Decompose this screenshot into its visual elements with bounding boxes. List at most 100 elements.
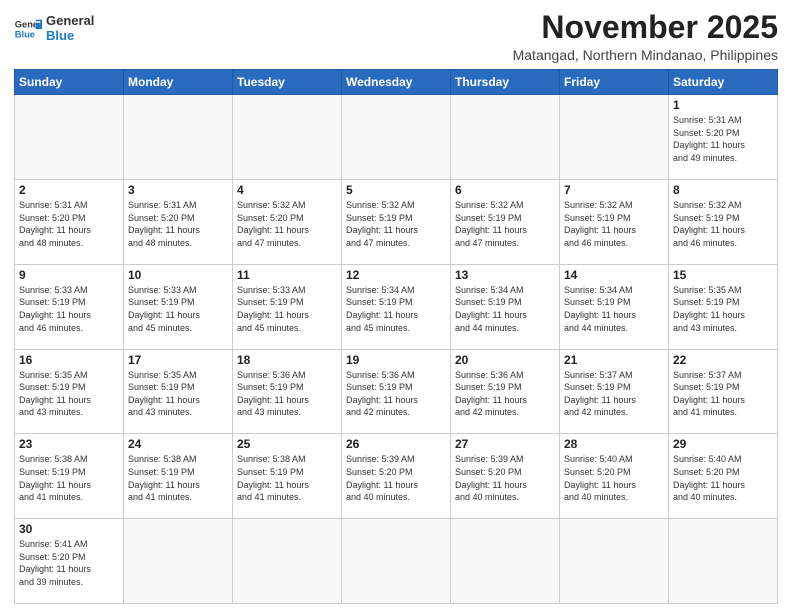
day-info: Sunrise: 5:32 AM Sunset: 5:19 PM Dayligh…: [346, 199, 446, 249]
day-info: Sunrise: 5:40 AM Sunset: 5:20 PM Dayligh…: [673, 453, 773, 503]
calendar-day-cell: [560, 95, 669, 180]
calendar-day-cell: [233, 95, 342, 180]
day-info: Sunrise: 5:34 AM Sunset: 5:19 PM Dayligh…: [455, 284, 555, 334]
day-info: Sunrise: 5:35 AM Sunset: 5:19 PM Dayligh…: [19, 369, 119, 419]
day-number: 13: [455, 268, 555, 282]
calendar-day-cell: 29 Sunrise: 5:40 AM Sunset: 5:20 PM Dayli…: [669, 434, 778, 519]
weekday-header-tuesday: Tuesday: [233, 70, 342, 95]
day-info: Sunrise: 5:36 AM Sunset: 5:19 PM Dayligh…: [455, 369, 555, 419]
day-number: 28: [564, 437, 664, 451]
day-number: 18: [237, 353, 337, 367]
calendar-week-row: 16Sunrise: 5:35 AM Sunset: 5:19 PM Dayli…: [15, 349, 778, 434]
calendar-day-cell: 25Sunrise: 5:38 AM Sunset: 5:19 PM Dayli…: [233, 434, 342, 519]
calendar-day-cell: 26 Sunrise: 5:39 AM Sunset: 5:20 PM Dayli…: [342, 434, 451, 519]
day-info: Sunrise: 5:31 AM Sunset: 5:20 PM Dayligh…: [673, 114, 773, 164]
calendar-week-row: 2 Sunrise: 5:31 AM Sunset: 5:20 PM Daylig…: [15, 179, 778, 264]
day-number: 12: [346, 268, 446, 282]
calendar-day-cell: [451, 95, 560, 180]
title-area: November 2025 Matangad, Northern Mindana…: [513, 10, 778, 63]
calendar-day-cell: 5 Sunrise: 5:32 AM Sunset: 5:19 PM Daylig…: [342, 179, 451, 264]
day-info: Sunrise: 5:34 AM Sunset: 5:19 PM Dayligh…: [346, 284, 446, 334]
calendar-day-cell: 17Sunrise: 5:35 AM Sunset: 5:19 PM Dayli…: [124, 349, 233, 434]
calendar-day-cell: [560, 519, 669, 604]
calendar-day-cell: 16Sunrise: 5:35 AM Sunset: 5:19 PM Dayli…: [15, 349, 124, 434]
day-info: Sunrise: 5:37 AM Sunset: 5:19 PM Dayligh…: [673, 369, 773, 419]
calendar-day-cell: [451, 519, 560, 604]
weekday-header-monday: Monday: [124, 70, 233, 95]
logo-area: General Blue General Blue: [14, 10, 94, 44]
day-number: 24: [128, 437, 228, 451]
calendar-day-cell: [342, 519, 451, 604]
calendar-day-cell: 22Sunrise: 5:37 AM Sunset: 5:19 PM Dayli…: [669, 349, 778, 434]
calendar-day-cell: [233, 519, 342, 604]
calendar-week-row: 9 Sunrise: 5:33 AM Sunset: 5:19 PM Daylig…: [15, 264, 778, 349]
day-info: Sunrise: 5:32 AM Sunset: 5:20 PM Dayligh…: [237, 199, 337, 249]
day-info: Sunrise: 5:32 AM Sunset: 5:19 PM Dayligh…: [673, 199, 773, 249]
day-info: Sunrise: 5:36 AM Sunset: 5:19 PM Dayligh…: [346, 369, 446, 419]
calendar-day-cell: 24 Sunrise: 5:38 AM Sunset: 5:19 PM Dayli…: [124, 434, 233, 519]
calendar-day-cell: 6 Sunrise: 5:32 AM Sunset: 5:19 PM Daylig…: [451, 179, 560, 264]
day-number: 17: [128, 353, 228, 367]
calendar-day-cell: 15Sunrise: 5:35 AM Sunset: 5:19 PM Dayli…: [669, 264, 778, 349]
weekday-header-row: SundayMondayTuesdayWednesdayThursdayFrid…: [15, 70, 778, 95]
calendar-table: SundayMondayTuesdayWednesdayThursdayFrid…: [14, 69, 778, 604]
calendar-day-cell: 12 Sunrise: 5:34 AM Sunset: 5:19 PM Dayli…: [342, 264, 451, 349]
day-number: 11: [237, 268, 337, 282]
day-number: 9: [19, 268, 119, 282]
day-number: 8: [673, 183, 773, 197]
calendar-week-row: 30Sunrise: 5:41 AM Sunset: 5:20 PM Dayli…: [15, 519, 778, 604]
calendar-day-cell: [342, 95, 451, 180]
weekday-header-friday: Friday: [560, 70, 669, 95]
day-number: 6: [455, 183, 555, 197]
day-number: 10: [128, 268, 228, 282]
day-info: Sunrise: 5:38 AM Sunset: 5:19 PM Dayligh…: [128, 453, 228, 503]
day-number: 5: [346, 183, 446, 197]
logo-general-text: General: [46, 14, 94, 29]
calendar-day-cell: 7Sunrise: 5:32 AM Sunset: 5:19 PM Daylig…: [560, 179, 669, 264]
day-number: 26: [346, 437, 446, 451]
weekday-header-sunday: Sunday: [15, 70, 124, 95]
weekday-header-saturday: Saturday: [669, 70, 778, 95]
day-info: Sunrise: 5:33 AM Sunset: 5:19 PM Dayligh…: [237, 284, 337, 334]
day-number: 21: [564, 353, 664, 367]
day-info: Sunrise: 5:31 AM Sunset: 5:20 PM Dayligh…: [128, 199, 228, 249]
calendar-day-cell: 2 Sunrise: 5:31 AM Sunset: 5:20 PM Daylig…: [15, 179, 124, 264]
day-info: Sunrise: 5:35 AM Sunset: 5:19 PM Dayligh…: [673, 284, 773, 334]
calendar-day-cell: 11 Sunrise: 5:33 AM Sunset: 5:19 PM Dayli…: [233, 264, 342, 349]
logo-blue-text: Blue: [46, 29, 94, 44]
calendar-day-cell: [15, 95, 124, 180]
calendar-day-cell: 19Sunrise: 5:36 AM Sunset: 5:19 PM Dayli…: [342, 349, 451, 434]
calendar-day-cell: 21Sunrise: 5:37 AM Sunset: 5:19 PM Dayli…: [560, 349, 669, 434]
day-number: 30: [19, 522, 119, 536]
calendar-week-row: 23 Sunrise: 5:38 AM Sunset: 5:19 PM Dayli…: [15, 434, 778, 519]
day-info: Sunrise: 5:32 AM Sunset: 5:19 PM Dayligh…: [455, 199, 555, 249]
day-info: Sunrise: 5:31 AM Sunset: 5:20 PM Dayligh…: [19, 199, 119, 249]
calendar-day-cell: 10 Sunrise: 5:33 AM Sunset: 5:19 PM Dayli…: [124, 264, 233, 349]
day-number: 25: [237, 437, 337, 451]
calendar-week-row: 1 Sunrise: 5:31 AM Sunset: 5:20 PM Daylig…: [15, 95, 778, 180]
day-number: 3: [128, 183, 228, 197]
svg-text:Blue: Blue: [15, 29, 35, 39]
calendar-day-cell: 13 Sunrise: 5:34 AM Sunset: 5:19 PM Dayli…: [451, 264, 560, 349]
day-number: 23: [19, 437, 119, 451]
calendar-day-cell: 4Sunrise: 5:32 AM Sunset: 5:20 PM Daylig…: [233, 179, 342, 264]
calendar-day-cell: [124, 95, 233, 180]
day-number: 7: [564, 183, 664, 197]
location-title: Matangad, Northern Mindanao, Philippines: [513, 47, 778, 63]
calendar-day-cell: 28Sunrise: 5:40 AM Sunset: 5:20 PM Dayli…: [560, 434, 669, 519]
day-number: 29: [673, 437, 773, 451]
day-number: 20: [455, 353, 555, 367]
day-info: Sunrise: 5:36 AM Sunset: 5:19 PM Dayligh…: [237, 369, 337, 419]
day-info: Sunrise: 5:39 AM Sunset: 5:20 PM Dayligh…: [346, 453, 446, 503]
calendar-day-cell: 18 Sunrise: 5:36 AM Sunset: 5:19 PM Dayli…: [233, 349, 342, 434]
calendar-day-cell: 27Sunrise: 5:39 AM Sunset: 5:20 PM Dayli…: [451, 434, 560, 519]
day-number: 1: [673, 98, 773, 112]
day-info: Sunrise: 5:33 AM Sunset: 5:19 PM Dayligh…: [19, 284, 119, 334]
day-info: Sunrise: 5:38 AM Sunset: 5:19 PM Dayligh…: [19, 453, 119, 503]
day-info: Sunrise: 5:34 AM Sunset: 5:19 PM Dayligh…: [564, 284, 664, 334]
weekday-header-thursday: Thursday: [451, 70, 560, 95]
calendar-day-cell: 14Sunrise: 5:34 AM Sunset: 5:19 PM Dayli…: [560, 264, 669, 349]
day-number: 27: [455, 437, 555, 451]
day-info: Sunrise: 5:33 AM Sunset: 5:19 PM Dayligh…: [128, 284, 228, 334]
day-number: 2: [19, 183, 119, 197]
